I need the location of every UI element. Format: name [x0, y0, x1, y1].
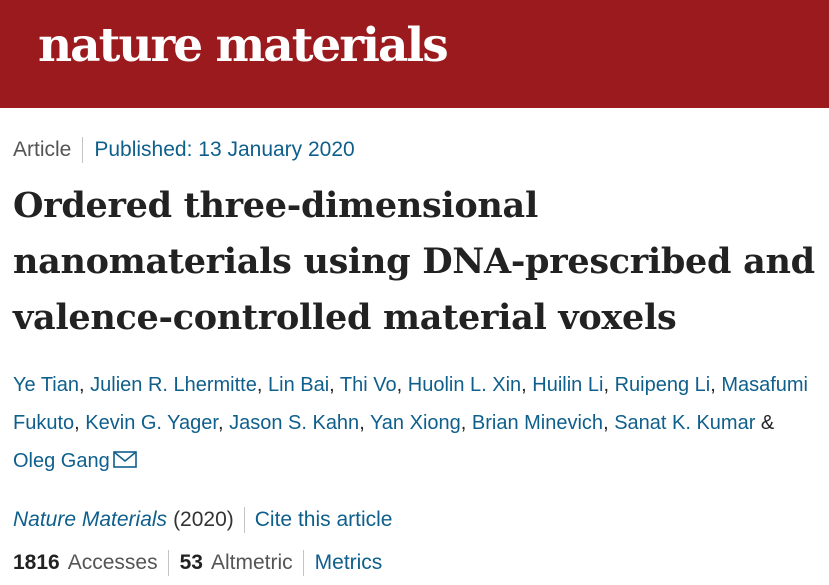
altmetric-count: 53	[179, 551, 203, 574]
author-separator: ,	[603, 374, 615, 396]
article-type: Article	[13, 138, 72, 161]
envelope-icon[interactable]	[112, 451, 137, 469]
cite-this-article-link[interactable]: Cite this article	[245, 508, 393, 532]
author-link[interactable]: Ruipeng Li	[615, 374, 711, 396]
article-title: Ordered three-dimensional nanomaterials …	[13, 185, 815, 338]
published-date[interactable]: Published: 13 January 2020	[83, 138, 354, 162]
metrics-link[interactable]: Metrics	[304, 551, 383, 575]
altmetric-label: Altmetric	[210, 551, 293, 574]
author-link[interactable]: Huolin L. Xin	[408, 374, 521, 396]
citation-row: Nature Materials (2020) Cite this articl…	[13, 505, 392, 535]
author-list: Ye Tian, Julien R. Lhermitte, Lin Bai, T…	[13, 366, 818, 480]
publication-year: (2020)	[173, 508, 234, 531]
author-link[interactable]: Kevin G. Yager	[85, 412, 218, 434]
journal-header: nature materials	[0, 0, 829, 108]
article-meta: Article Published: 13 January 2020	[13, 137, 355, 163]
author-separator: ,	[217, 412, 230, 434]
author-link[interactable]: Julien R. Lhermitte	[90, 374, 257, 396]
author-separator: ,	[603, 412, 615, 434]
author-link[interactable]: Yan Xiong	[370, 412, 461, 434]
author-link[interactable]: Jason S. Kahn	[229, 412, 359, 434]
author-separator: ,	[79, 374, 91, 396]
author-separator: ,	[74, 412, 86, 434]
author-separator: ,	[710, 374, 722, 396]
author-link[interactable]: Ye Tian	[13, 374, 79, 396]
author-separator: ,	[359, 412, 370, 434]
author-separator: ,	[256, 374, 268, 396]
watermark	[2, 556, 122, 582]
author-separator: ,	[521, 374, 533, 396]
journal-name[interactable]: Nature Materials	[13, 508, 167, 532]
author-link[interactable]: Sanat K. Kumar	[614, 412, 755, 434]
author-link[interactable]: Brian Minevich	[472, 412, 603, 434]
author-link[interactable]: Huilin Li	[532, 374, 603, 396]
author-link[interactable]: Lin Bai	[268, 374, 329, 396]
author-link[interactable]: Thi Vo	[340, 374, 397, 396]
journal-logo[interactable]: nature materials	[38, 14, 449, 78]
author-separator: ,	[396, 374, 408, 396]
author-separator: ,	[329, 374, 340, 396]
author-separator: &	[755, 412, 775, 434]
author-separator: ,	[460, 412, 472, 434]
author-link[interactable]: Oleg Gang	[13, 450, 110, 472]
